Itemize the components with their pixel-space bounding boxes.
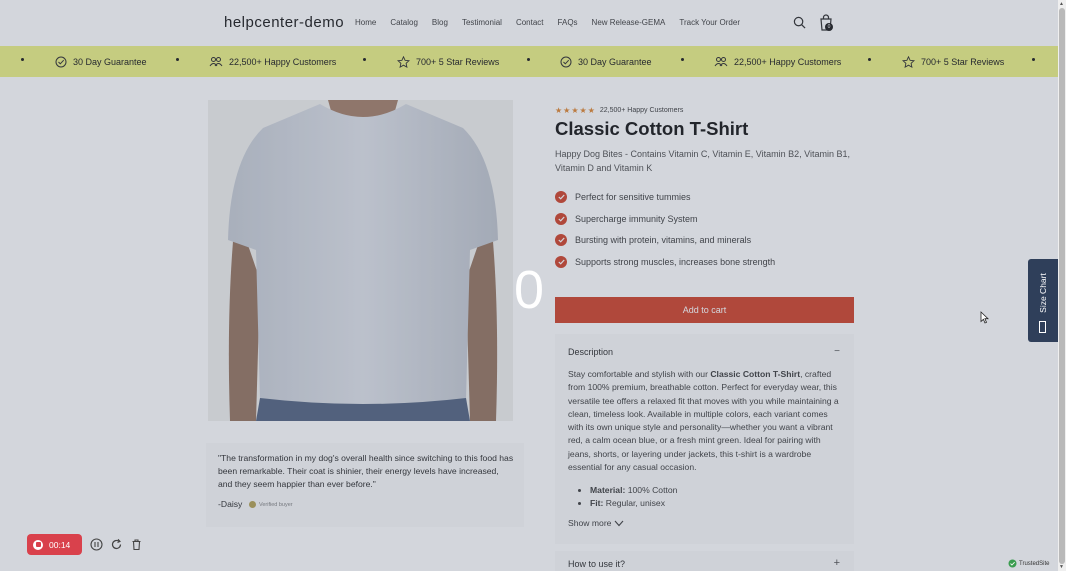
- mouse-cursor-icon: [980, 311, 989, 324]
- size-chart-tab[interactable]: Size Chart: [1028, 259, 1058, 342]
- product-page: helpcenter-demo Home Catalog Blog Testim…: [0, 0, 1058, 571]
- trustedsite-badge[interactable]: TrustedSite: [1008, 559, 1049, 568]
- scroll-down-arrow-icon[interactable]: ▼: [1059, 564, 1064, 570]
- recording-timer[interactable]: 00:14: [27, 534, 82, 555]
- ruler-icon: [1039, 321, 1046, 333]
- trash-icon[interactable]: [130, 538, 143, 551]
- recording-time: 00:14: [49, 539, 71, 550]
- countdown-number: 0: [514, 260, 545, 320]
- pause-icon[interactable]: [90, 538, 103, 551]
- scrollbar-thumb[interactable]: [1059, 8, 1065, 564]
- trustedsite-text: TrustedSite: [1019, 560, 1050, 567]
- scroll-up-arrow-icon[interactable]: ▲: [1059, 1, 1064, 7]
- size-chart-label: Size Chart: [1038, 273, 1048, 313]
- restart-icon[interactable]: [110, 538, 123, 551]
- record-stop-icon: [33, 539, 43, 550]
- check-circle-icon: [1008, 559, 1017, 568]
